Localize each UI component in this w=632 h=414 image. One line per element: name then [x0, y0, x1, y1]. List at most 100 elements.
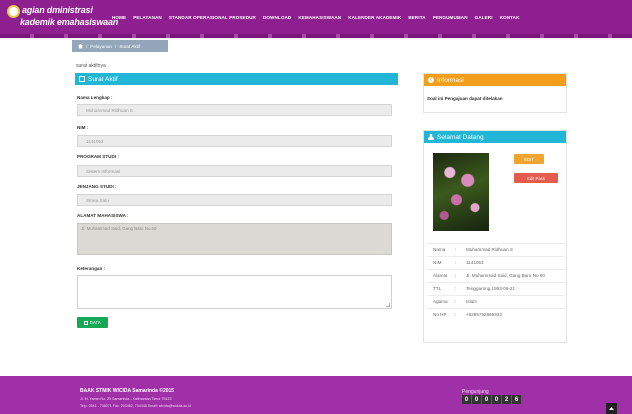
nama-label: Nama Lengkap : — [77, 95, 113, 100]
footer-address: Jl. M. Yamin No. 25 Samarinda - Kalimant… — [80, 397, 172, 401]
edit-label: EDIT — [524, 156, 534, 162]
info-panel: i Informasi Soal ini Pengajuan dapat dit… — [423, 73, 567, 113]
welcome-title: Selamat Datang — [437, 133, 484, 141]
submit-data-button[interactable]: DATA — [77, 317, 108, 328]
profile-row-ttl: TTL : Tenggarong,1993-08-21 — [427, 282, 565, 295]
profile-value: 1141053 — [466, 260, 484, 265]
nav-pelayanan[interactable]: PELAYANAN — [133, 15, 162, 20]
counter-digit: 0 — [462, 395, 471, 404]
form-title: Surat Aktif — [88, 75, 118, 83]
info-header: i Informasi — [424, 74, 566, 86]
alamat-label: ALAMAT MAHASISWA : — [77, 213, 129, 218]
profile-sep: : — [455, 286, 457, 291]
nav-home[interactable]: HOME — [112, 15, 126, 20]
site-footer — [0, 376, 632, 414]
profile-key: Nama — [433, 247, 446, 252]
visitor-counter: 0 0 0 0 2 6 — [462, 395, 521, 404]
profile-row-nim: NIM : 1141053 — [427, 256, 565, 269]
breadcrumb-sep: / — [115, 43, 117, 49]
counter-digit: 0 — [492, 395, 501, 404]
profile-value: Islam — [466, 299, 477, 304]
welcome-header: Selamat Datang — [424, 131, 566, 143]
header-strip — [0, 34, 632, 38]
edit-icon — [79, 76, 85, 82]
submit-label: DATA — [89, 320, 101, 325]
resize-handle[interactable] — [386, 303, 390, 307]
profile-row-hp: No HP : +6285752666932 — [427, 308, 565, 321]
edit-profile-button[interactable]: EDIT — [514, 154, 544, 164]
nama-value: Muhammad Ridhuan S — [86, 107, 133, 113]
info-title: Informasi — [437, 76, 464, 84]
nav-kemahasiswaan[interactable]: KEMAHASISWAAN — [298, 15, 341, 20]
info-text: Soal ini Pengajuan dapat ditelakan — [427, 96, 503, 101]
breadcrumb-surat-aktif: Surat Aktif — [119, 43, 141, 49]
breadcrumb: / Pelayanan / Surat Aktif — [72, 40, 168, 52]
footer-contact: Telp. 0541 - 736071 Fax. 203482, 734448 … — [80, 404, 191, 408]
profile-sep: : — [455, 247, 457, 252]
profile-key: TTL — [433, 286, 442, 291]
nav-galeri[interactable]: GALERI — [475, 15, 493, 20]
nav-kontak[interactable]: KONTAK — [500, 15, 520, 20]
prodi-value: Sistem Informasi — [86, 168, 121, 174]
main-nav: HOME PELAYANAN STANDAR OPERASIONAL PROSE… — [112, 15, 520, 20]
prodi-field: Sistem Informasi — [77, 165, 392, 177]
breadcrumb-sep: / — [86, 43, 88, 49]
home-icon[interactable] — [78, 43, 83, 49]
scroll-to-top-button[interactable] — [606, 403, 617, 414]
brand-line-1[interactable]: agian dministrasi — [22, 5, 93, 15]
nim-value: 1141053 — [86, 138, 104, 144]
page-heading: surat aktifnya — [76, 63, 106, 69]
profile-sep: : — [455, 273, 457, 278]
profile-row-alamat: Alamat : Jl. Muhammad Said, Gang Baru No… — [427, 269, 565, 282]
nav-berita[interactable]: BERITA — [408, 15, 425, 20]
profile-key: No HP — [433, 312, 447, 317]
welcome-panel: Selamat Datang EDIT Edit Pass Nama : Muh… — [423, 130, 567, 343]
nim-field: 1141053 — [77, 135, 392, 147]
profile-key: Agama — [433, 299, 448, 304]
form-header: Surat Aktif — [75, 73, 398, 85]
counter-digit: 6 — [512, 395, 521, 404]
profile-sep: : — [455, 299, 457, 304]
jenjang-field: Strata Satu — [77, 194, 392, 206]
info-icon: i — [428, 77, 434, 83]
prodi-label: PROGRAM STUDI : — [77, 154, 119, 159]
logo-icon[interactable] — [7, 5, 20, 18]
keterangan-label: Keterangan : — [77, 266, 106, 271]
profile-value: Muhammad Ridhuan S — [466, 247, 513, 252]
counter-digit: 0 — [482, 395, 491, 404]
nav-download[interactable]: DOWNLOAD — [263, 15, 291, 20]
profile-row-agama: Agama : Islam — [427, 295, 565, 308]
profile-value: Tenggarong,1993-08-21 — [466, 286, 516, 291]
jenjang-label: JENJANG STUDI : — [77, 184, 117, 189]
save-icon — [84, 320, 89, 325]
nama-field: Muhammad Ridhuan S — [77, 104, 392, 116]
profile-value: Jl. Muhammad Said, Gang Baru No 60 — [466, 273, 545, 278]
profile-table: Nama : Muhammad Ridhuan S NIM : 1141053 … — [427, 243, 565, 321]
nav-pengumuman[interactable]: PENGUMUMAN — [433, 15, 468, 20]
profile-sep: : — [455, 260, 457, 265]
jenjang-value: Strata Satu — [86, 197, 109, 203]
alamat-field: Jl. Muhammad Said, Gang Baru No 60 — [77, 223, 392, 255]
profile-row-nama: Nama : Muhammad Ridhuan S — [427, 243, 565, 256]
profile-photo — [433, 153, 489, 231]
site-header: agian dministrasi kademik emahasiswaan H… — [0, 0, 632, 38]
nav-kalender-akademik[interactable]: KALENDER AKADEMIK — [348, 15, 401, 20]
footer-title: BAAK STMIK WICIDA Samarinda ©2015 — [80, 388, 175, 394]
nav-sop[interactable]: STANDAR OPERASIONAL PROSEDUR — [169, 15, 256, 20]
user-icon — [428, 134, 434, 140]
breadcrumb-pelayanan[interactable]: Pelayanan — [90, 44, 112, 49]
page: agian dministrasi kademik emahasiswaan H… — [0, 0, 632, 414]
alamat-value: Jl. Muhammad Said, Gang Baru No 60 — [81, 226, 157, 231]
editpass-label: Edit Pass — [527, 175, 545, 181]
nim-label: NIM : — [77, 125, 89, 130]
surat-aktif-form: Surat Aktif Nama Lengkap : Muhammad Ridh… — [75, 73, 398, 331]
profile-key: NIM — [433, 260, 442, 265]
keterangan-textarea[interactable] — [77, 275, 392, 309]
profile-key: Alamat — [433, 273, 448, 278]
edit-password-button[interactable]: Edit Pass — [514, 173, 558, 183]
profile-value: +6285752666932 — [466, 312, 502, 317]
counter-digit: 0 — [472, 395, 481, 404]
profile-sep: : — [455, 312, 457, 317]
counter-digit: 2 — [502, 395, 511, 404]
brand-line-2[interactable]: kademik emahasiswaan — [20, 17, 118, 27]
